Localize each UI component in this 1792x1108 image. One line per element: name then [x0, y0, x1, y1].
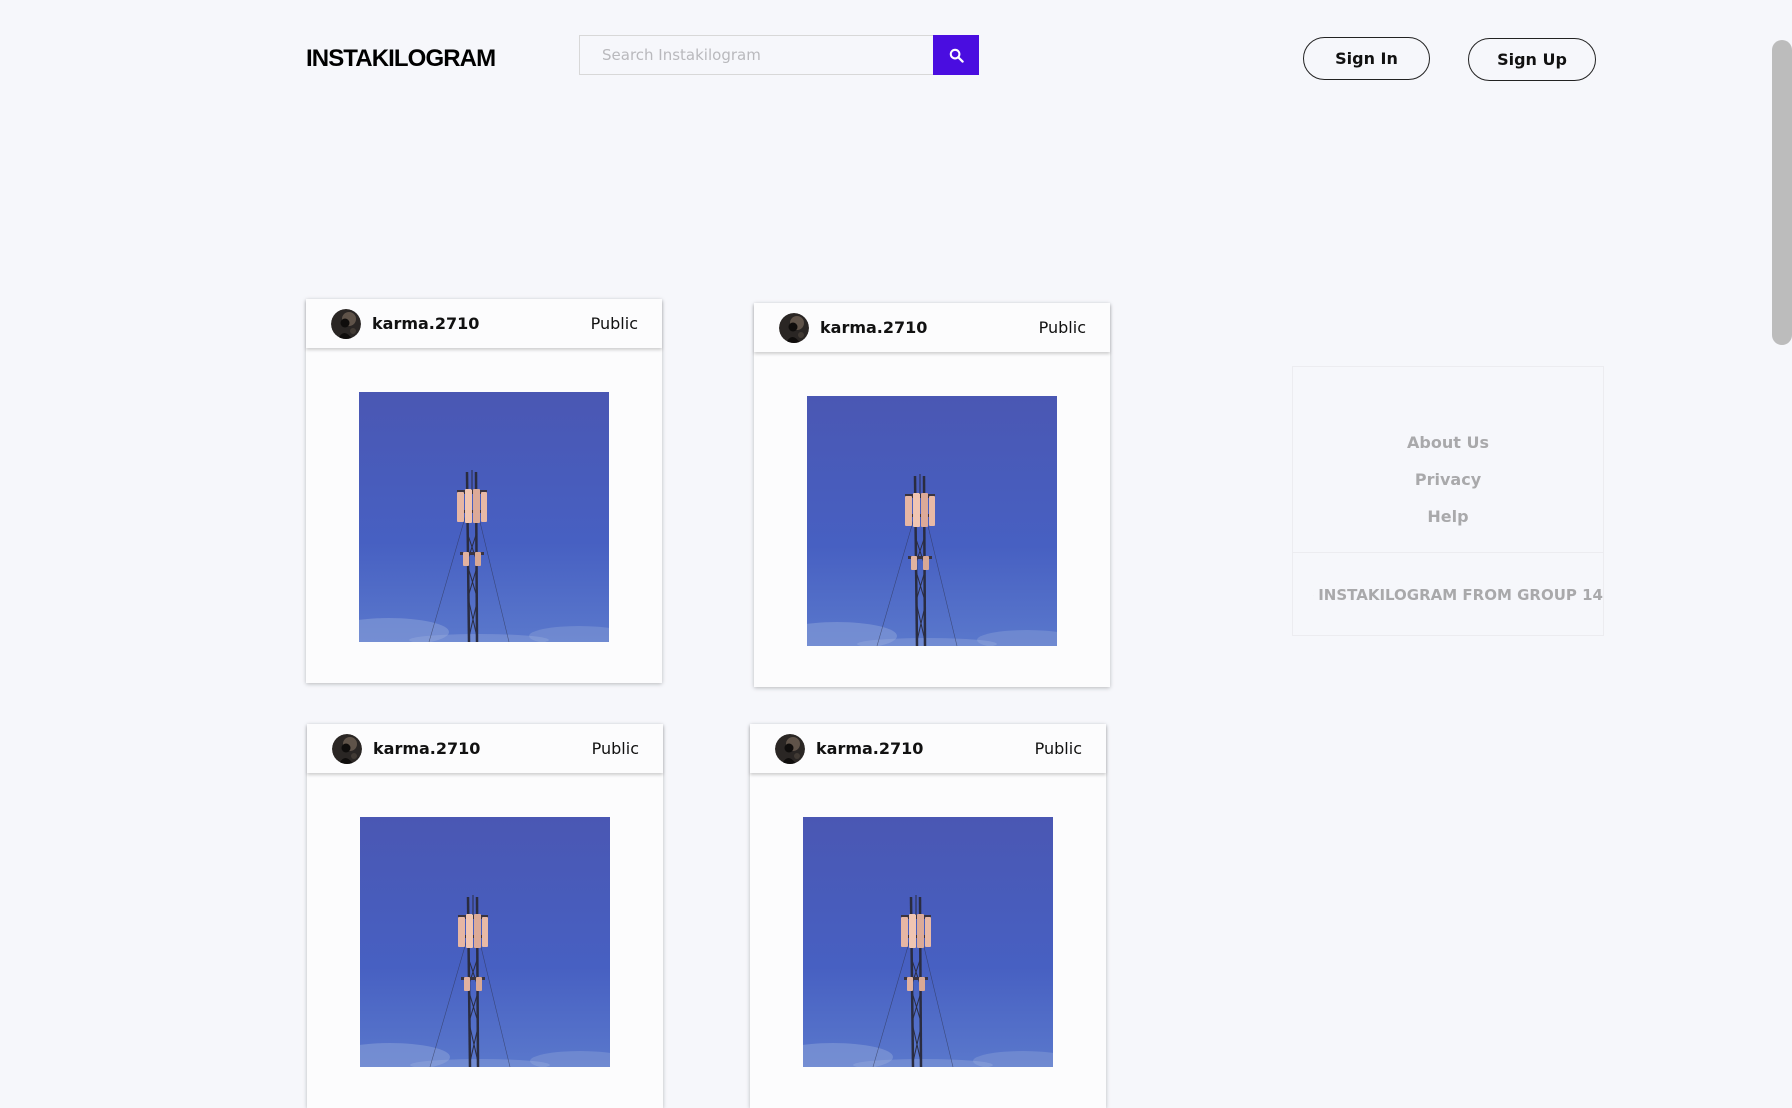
avatar[interactable]: [775, 734, 805, 764]
copyright: INSTAKILOGRAM FROM GROUP 14: [1293, 553, 1603, 637]
about-us-link[interactable]: About Us: [1407, 424, 1489, 461]
avatar[interactable]: [331, 309, 361, 339]
search-icon: [949, 48, 964, 63]
post-card: karma.2710 Public: [754, 303, 1110, 687]
sign-up-button[interactable]: Sign Up: [1468, 38, 1596, 81]
post-image[interactable]: [359, 392, 609, 642]
app-logo[interactable]: INSTAKILOGRAM: [306, 45, 495, 73]
post-username[interactable]: karma.2710: [372, 314, 479, 333]
post-header: karma.2710 Public: [750, 724, 1106, 773]
post-body: [306, 348, 662, 683]
scrollbar-thumb[interactable]: [1772, 40, 1792, 345]
post-username[interactable]: karma.2710: [816, 739, 923, 758]
post-visibility: Public: [591, 314, 638, 333]
post-visibility: Public: [1039, 318, 1086, 337]
post-card: karma.2710 Public: [750, 724, 1106, 1108]
post-image[interactable]: [360, 817, 610, 1067]
privacy-link[interactable]: Privacy: [1415, 461, 1481, 498]
help-link[interactable]: Help: [1427, 498, 1468, 535]
post-body: [754, 352, 1110, 687]
avatar[interactable]: [779, 313, 809, 343]
post-visibility: Public: [592, 739, 639, 758]
post-username[interactable]: karma.2710: [373, 739, 480, 758]
footer-links: About Us Privacy Help: [1293, 367, 1603, 553]
search-button[interactable]: [933, 35, 979, 75]
search-input[interactable]: [579, 35, 933, 75]
post-image[interactable]: [807, 396, 1057, 646]
search-bar: [579, 35, 979, 75]
footer-panel: About Us Privacy Help INSTAKILOGRAM FROM…: [1292, 366, 1604, 636]
post-card: karma.2710 Public: [306, 299, 662, 683]
copyright-text: INSTAKILOGRAM FROM GROUP 14: [1318, 586, 1603, 604]
post-image[interactable]: [803, 817, 1053, 1067]
post-card: karma.2710 Public: [307, 724, 663, 1108]
post-username[interactable]: karma.2710: [820, 318, 927, 337]
post-visibility: Public: [1035, 739, 1082, 758]
post-header: karma.2710 Public: [306, 299, 662, 348]
avatar[interactable]: [332, 734, 362, 764]
post-header: karma.2710 Public: [307, 724, 663, 773]
sign-in-button[interactable]: Sign In: [1303, 37, 1430, 80]
post-body: [307, 773, 663, 1108]
post-body: [750, 773, 1106, 1108]
post-header: karma.2710 Public: [754, 303, 1110, 352]
